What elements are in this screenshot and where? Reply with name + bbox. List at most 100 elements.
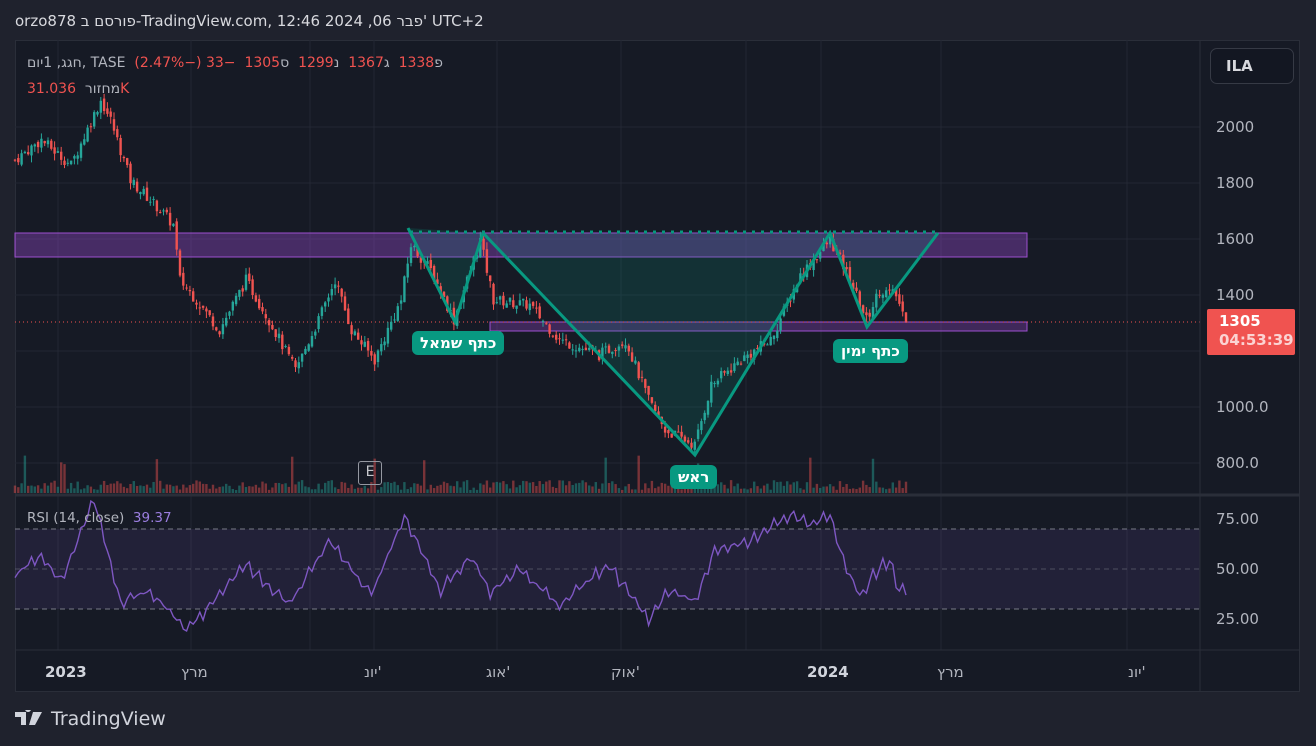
volume-bar	[228, 485, 231, 493]
high-prefix: ג	[383, 55, 390, 71]
volume-bar	[330, 480, 333, 493]
head-label[interactable]: ראש	[670, 465, 718, 489]
candle-body	[221, 324, 225, 335]
candle-body	[525, 300, 528, 309]
volume-bar	[680, 489, 683, 493]
volume-bar	[274, 482, 277, 493]
candle-body	[776, 330, 779, 339]
candle-body	[621, 344, 624, 346]
candle-body	[185, 287, 188, 289]
candle-body	[663, 426, 667, 433]
rsi-tick: 50.00	[1216, 560, 1259, 578]
volume-bar	[60, 462, 63, 493]
volume-bar	[838, 481, 842, 493]
candle-body	[386, 327, 390, 344]
volume-bar	[175, 485, 178, 493]
candle-body	[825, 242, 828, 245]
volume-bar	[485, 480, 489, 493]
volume-bar	[644, 483, 647, 493]
earnings-badge[interactable]: E	[358, 461, 382, 485]
rsi-tick: 25.00	[1216, 610, 1259, 628]
volume-bar	[591, 486, 594, 493]
volume-bar	[799, 488, 802, 493]
currency-button[interactable]: ILA	[1210, 48, 1294, 84]
candle-body	[654, 404, 657, 412]
candle-body	[538, 306, 541, 319]
volume-bar	[343, 482, 347, 493]
volume-bar	[512, 480, 515, 493]
candle-body	[564, 339, 568, 341]
volume-bar	[185, 487, 188, 493]
volume-bar	[885, 489, 888, 493]
candle-body	[578, 347, 581, 352]
candle-body	[766, 344, 769, 346]
volume-bar	[875, 481, 878, 493]
volume-bar	[901, 488, 904, 493]
volume-bar	[772, 480, 776, 493]
candle-body	[429, 259, 432, 269]
candle-body	[261, 307, 264, 312]
candle-body	[413, 246, 416, 248]
volume-bar	[264, 483, 267, 493]
volume-bar	[726, 488, 729, 493]
low-prefix: נ	[333, 55, 340, 71]
chart-canvas[interactable]	[0, 0, 1316, 746]
candle-body	[571, 349, 574, 351]
candle-body	[86, 127, 89, 142]
volume-bar	[102, 480, 106, 493]
volume-bar	[786, 481, 789, 493]
candle-body	[116, 129, 119, 138]
volume-bar	[254, 484, 258, 493]
volume-bar	[637, 455, 640, 493]
right-shoulder-label[interactable]: כתף ימין	[833, 339, 908, 363]
candle-body	[201, 305, 205, 308]
volume-bar	[251, 486, 254, 493]
volume-bar	[205, 484, 208, 493]
left-shoulder-fill	[408, 228, 483, 322]
candle-body	[363, 341, 366, 347]
candle-body	[640, 376, 644, 378]
candle-body	[406, 263, 409, 278]
candle-body	[291, 356, 294, 359]
candle-body	[50, 140, 53, 149]
candle-body	[515, 305, 518, 309]
volume-bar	[159, 480, 162, 493]
volume-bar	[390, 482, 393, 493]
candle-body	[710, 381, 713, 403]
volume-bar	[386, 482, 390, 493]
candle-body	[330, 289, 333, 296]
candle-body	[548, 324, 551, 334]
volume-bar	[578, 482, 581, 493]
candle-body	[304, 348, 307, 354]
volume-bar	[300, 480, 304, 493]
candle-body	[244, 274, 248, 290]
volume-bar	[459, 487, 462, 493]
volume-bar	[538, 481, 541, 493]
volume-bar	[894, 487, 898, 493]
volume-bar	[805, 482, 809, 493]
candle-body	[122, 156, 126, 159]
candle-body	[535, 307, 538, 309]
volume-bar	[828, 484, 832, 493]
volume-bar	[558, 480, 561, 493]
volume-bar	[515, 487, 518, 493]
candle-body	[703, 412, 706, 421]
candle-body	[96, 112, 99, 115]
candle-body	[310, 336, 314, 347]
volume-bar	[776, 482, 779, 493]
candle-body	[119, 137, 122, 156]
candle-body	[254, 295, 258, 302]
time-tick: מרץ	[181, 663, 208, 681]
candle-body	[370, 350, 373, 356]
candle-body	[492, 283, 495, 305]
candle-body	[258, 298, 261, 309]
candle-body	[198, 307, 201, 309]
volume-bar	[13, 485, 17, 493]
volume-bar	[492, 482, 495, 493]
candle-body	[33, 144, 36, 147]
candle-body	[555, 334, 558, 340]
left-shoulder-label[interactable]: כתף שמאל	[412, 331, 505, 355]
volume-bar	[756, 486, 759, 493]
volume-bar	[865, 484, 868, 493]
candle-body	[324, 302, 327, 307]
